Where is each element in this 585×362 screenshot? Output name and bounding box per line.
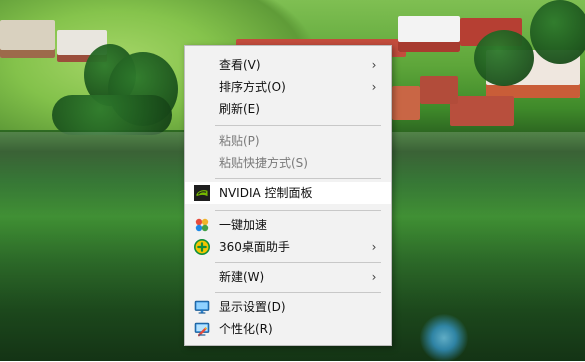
desktop-context-menu: 查看(V) › 排序方式(O) › 刷新(E) 粘贴(P) 粘贴快捷方式(S) …	[184, 45, 392, 346]
menu-item-label: NVIDIA 控制面板	[219, 186, 313, 200]
wallpaper-house	[450, 96, 514, 126]
menu-item-360-desktop-assistant[interactable]: 360桌面助手 ›	[185, 236, 391, 258]
wallpaper-tree-cluster	[52, 95, 172, 135]
menu-item-label: 一键加速	[219, 218, 268, 232]
menu-item-new[interactable]: 新建(W) ›	[185, 266, 391, 288]
wallpaper-house	[420, 76, 458, 104]
desktop-assistant-icon	[194, 239, 210, 255]
menu-separator	[215, 178, 381, 179]
personalize-icon	[194, 321, 210, 337]
submenu-arrow-icon: ›	[371, 240, 377, 254]
wallpaper-house	[392, 86, 420, 120]
menu-item-paste-shortcut: 粘贴快捷方式(S)	[185, 152, 391, 174]
display-settings-icon	[194, 299, 210, 315]
menu-item-view[interactable]: 查看(V) ›	[185, 54, 391, 76]
wallpaper-tree	[530, 0, 585, 64]
menu-separator	[215, 125, 381, 126]
menu-item-personalize[interactable]: 个性化(R)	[185, 318, 391, 340]
menu-item-label: 排序方式(O)	[219, 80, 286, 94]
menu-item-label: 新建(W)	[219, 270, 265, 284]
menu-item-refresh[interactable]: 刷新(E)	[185, 98, 391, 120]
menu-separator	[215, 262, 381, 263]
menu-item-label: 粘贴快捷方式(S)	[219, 156, 308, 170]
menu-item-label: 粘贴(P)	[219, 134, 260, 148]
menu-item-label: 刷新(E)	[219, 102, 260, 116]
wallpaper-house	[398, 16, 460, 52]
menu-item-label: 显示设置(D)	[219, 300, 286, 314]
watermark-logo	[420, 314, 468, 362]
menu-separator	[215, 292, 381, 293]
menu-item-nvidia-control-panel[interactable]: NVIDIA 控制面板	[185, 182, 391, 204]
menu-item-display-settings[interactable]: 显示设置(D)	[185, 296, 391, 318]
menu-item-sort-by[interactable]: 排序方式(O) ›	[185, 76, 391, 98]
menu-item-label: 个性化(R)	[219, 322, 273, 336]
menu-item-label: 查看(V)	[219, 58, 261, 72]
submenu-arrow-icon: ›	[371, 270, 377, 284]
wallpaper-house	[0, 20, 55, 58]
menu-separator	[215, 210, 381, 211]
nvidia-icon	[194, 185, 210, 201]
menu-item-label: 360桌面助手	[219, 240, 290, 254]
accelerate-icon	[194, 217, 210, 233]
wallpaper-tree	[474, 30, 534, 86]
menu-item-one-click-accelerate[interactable]: 一键加速	[185, 214, 391, 236]
submenu-arrow-icon: ›	[371, 80, 377, 94]
submenu-arrow-icon: ›	[371, 58, 377, 72]
menu-item-paste: 粘贴(P)	[185, 130, 391, 152]
